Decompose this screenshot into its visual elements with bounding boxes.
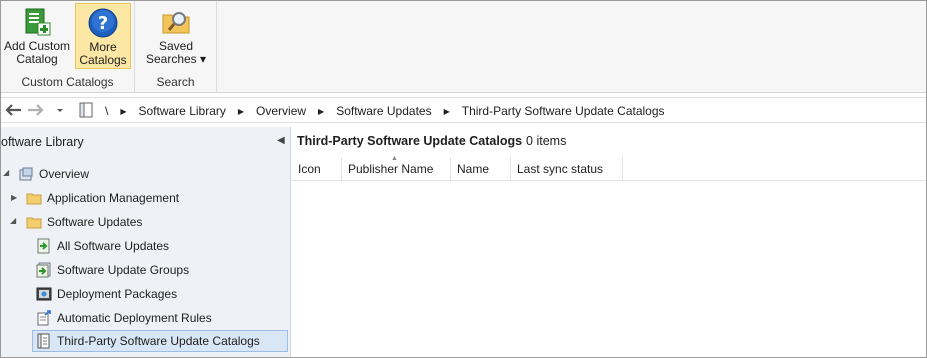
address-bar: \ ▶ Software Library ▶ Overview ▶ Softwa… bbox=[1, 97, 926, 123]
ribbon: Add Custom Catalog ? More Catalogs Custo… bbox=[1, 1, 926, 93]
navigation-pane: oftware Library ◀ ◢ Overview ▶ Applicati… bbox=[1, 127, 291, 357]
tree-item-label: Automatic Deployment Rules bbox=[57, 311, 212, 325]
tree-item-label: Overview bbox=[39, 167, 90, 181]
saved-searches-icon bbox=[162, 12, 190, 34]
expanded-node-icon[interactable]: ◢ bbox=[3, 168, 9, 177]
column-header-publisher-name[interactable]: ▲ Publisher Name bbox=[342, 155, 451, 181]
overview-icon bbox=[19, 167, 33, 181]
saved-searches-label-2: Searches ▾ bbox=[145, 52, 207, 66]
tree-item-all-software-updates[interactable]: All Software Updates bbox=[36, 235, 169, 257]
console-root-icon bbox=[79, 102, 93, 118]
tree-item-software-updates[interactable]: Software Updates bbox=[26, 211, 142, 233]
add-custom-catalog-button[interactable]: Add Custom Catalog bbox=[2, 3, 72, 69]
tree-item-label: Software Update Groups bbox=[57, 263, 190, 277]
breadcrumb-software-updates[interactable]: Software Updates bbox=[332, 104, 435, 118]
breadcrumb-root[interactable]: \ bbox=[101, 104, 112, 118]
breadcrumb-separator-icon[interactable]: ▶ bbox=[112, 107, 134, 116]
update-groups-icon bbox=[36, 262, 51, 278]
tree-item-automatic-deployment-rules[interactable]: Automatic Deployment Rules bbox=[36, 307, 212, 329]
folder-icon bbox=[26, 193, 42, 205]
ribbon-group-search: Saved Searches ▾ Search bbox=[135, 1, 217, 93]
results-title: Third-Party Software Update Catalogs bbox=[297, 134, 523, 148]
ribbon-group-label: Search bbox=[156, 75, 195, 89]
results-header: Third-Party Software Update Catalogs 0 i… bbox=[292, 127, 926, 155]
column-header-label: Icon bbox=[298, 162, 321, 176]
tree-item-overview[interactable]: Overview bbox=[18, 163, 89, 185]
breadcrumb-overview[interactable]: Overview bbox=[252, 104, 310, 118]
collapse-pane-icon[interactable]: ◀ bbox=[277, 135, 285, 146]
breadcrumb-separator-icon[interactable]: ▶ bbox=[230, 107, 252, 116]
navigation-pane-title: oftware Library bbox=[1, 135, 84, 149]
results-pane: Third-Party Software Update Catalogs 0 i… bbox=[292, 127, 926, 357]
expanded-node-icon[interactable]: ◢ bbox=[10, 216, 16, 225]
breadcrumb-third-party-catalogs[interactable]: Third-Party Software Update Catalogs bbox=[458, 104, 669, 118]
tree-item-third-party-catalogs[interactable]: Third-Party Software Update Catalogs bbox=[32, 330, 288, 352]
breadcrumb-software-library[interactable]: Software Library bbox=[135, 104, 230, 118]
collapsed-node-icon[interactable]: ▶ bbox=[11, 193, 17, 202]
help-icon: ? bbox=[88, 8, 118, 38]
tree-item-label: Application Management bbox=[47, 191, 180, 205]
add-custom-catalog-label-2: Catalog bbox=[16, 52, 58, 66]
package-icon bbox=[36, 287, 52, 301]
saved-searches-button[interactable]: Saved Searches ▾ bbox=[141, 3, 211, 69]
column-header-last-sync-status[interactable]: Last sync status bbox=[511, 157, 623, 181]
add-catalog-icon bbox=[25, 8, 51, 36]
tree-item-label: Software Updates bbox=[47, 215, 143, 229]
software-updates-icon bbox=[37, 238, 50, 254]
column-header-label: Publisher Name bbox=[348, 162, 434, 176]
tree-item-label: Third-Party Software Update Catalogs bbox=[57, 334, 260, 348]
breadcrumb: \ ▶ Software Library ▶ Overview ▶ Softwa… bbox=[101, 98, 669, 124]
deployment-rules-icon bbox=[37, 310, 51, 326]
sort-ascending-icon: ▲ bbox=[391, 155, 398, 162]
column-header-label: Last sync status bbox=[517, 162, 604, 176]
history-dropdown-icon[interactable] bbox=[53, 101, 67, 119]
column-headers: Icon ▲ Publisher Name Name Last sync sta… bbox=[292, 155, 926, 181]
column-header-name[interactable]: Name bbox=[451, 157, 511, 181]
more-catalogs-button[interactable]: ? More Catalogs bbox=[75, 3, 131, 69]
breadcrumb-separator-icon[interactable]: ▶ bbox=[310, 107, 332, 116]
back-arrow-icon[interactable] bbox=[3, 101, 23, 119]
ribbon-group-custom-catalogs: Add Custom Catalog ? More Catalogs Custo… bbox=[1, 1, 135, 93]
tree-item-label: Deployment Packages bbox=[57, 287, 178, 301]
folder-icon bbox=[26, 217, 42, 229]
tree-item-label: All Software Updates bbox=[57, 239, 170, 253]
svg-text:?: ? bbox=[98, 13, 108, 34]
tree-item-application-management[interactable]: Application Management bbox=[26, 187, 179, 209]
column-header-label: Name bbox=[457, 162, 490, 176]
catalog-icon bbox=[37, 333, 50, 349]
results-count: 0 items bbox=[526, 134, 567, 148]
ribbon-group-label: Custom Catalogs bbox=[21, 75, 114, 89]
tree-item-deployment-packages[interactable]: Deployment Packages bbox=[36, 283, 177, 305]
app-window: Add Custom Catalog ? More Catalogs Custo… bbox=[0, 0, 927, 358]
column-header-icon[interactable]: Icon bbox=[292, 157, 342, 181]
forward-arrow-icon[interactable] bbox=[26, 101, 46, 119]
tree-item-software-update-groups[interactable]: Software Update Groups bbox=[36, 259, 189, 281]
more-catalogs-label-2: Catalogs bbox=[79, 53, 127, 67]
breadcrumb-separator-icon[interactable]: ▶ bbox=[436, 107, 458, 116]
